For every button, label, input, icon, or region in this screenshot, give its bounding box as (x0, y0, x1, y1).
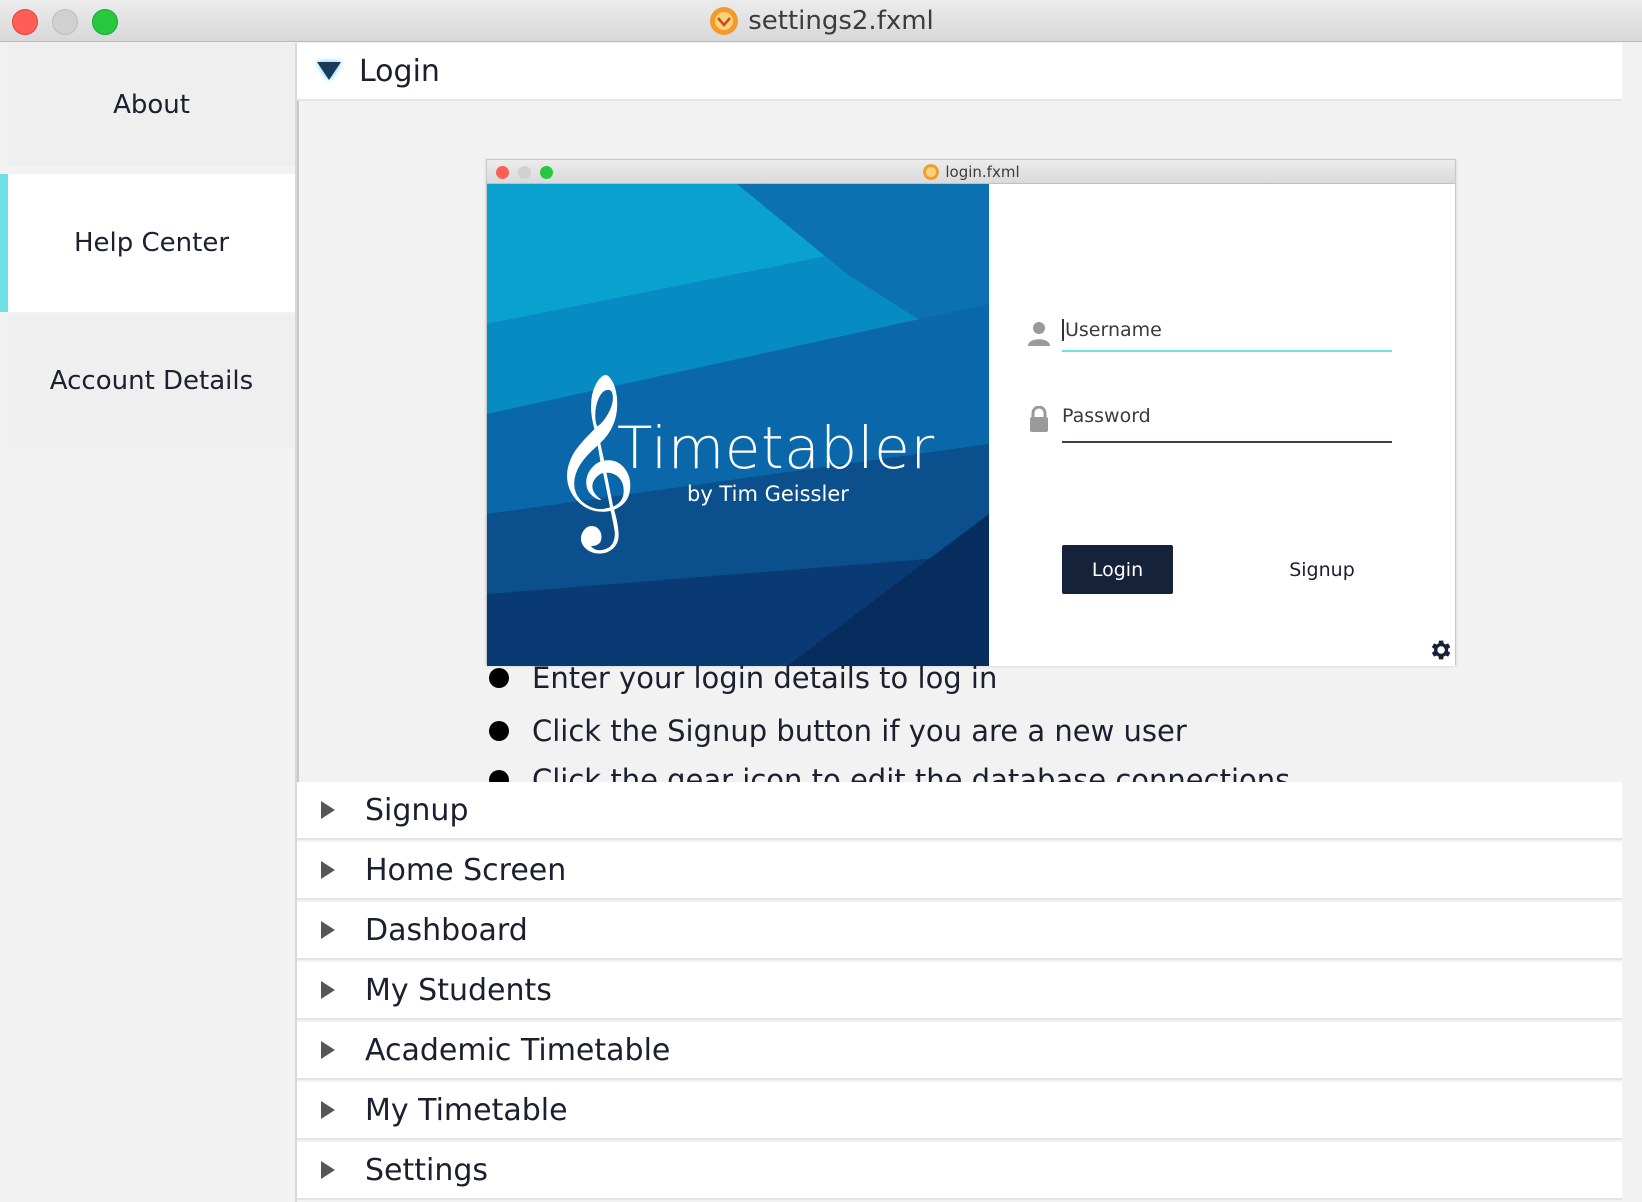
user-icon (1028, 322, 1050, 346)
accordion-title: My Students (365, 972, 552, 1008)
bullet-icon (489, 668, 509, 688)
brand-hero-image: 𝄞 Timetabler by Tim Geissler (487, 184, 989, 666)
password-field[interactable]: Password (1062, 398, 1392, 434)
help-bullet: Enter your login details to log in (489, 661, 997, 695)
window-titlebar: settings2.fxml (0, 0, 1642, 42)
collapsed-arrow-icon (321, 921, 335, 939)
collapsed-arrow-icon (321, 801, 335, 819)
sidebar-item-label: About (113, 89, 190, 120)
lock-icon (1030, 406, 1048, 432)
expanded-arrow-icon (317, 62, 341, 80)
login-form: Username Password Login Signup (989, 184, 1455, 666)
brand-subtitle: by Tim Geissler (687, 482, 849, 506)
accordion-title: Signup (365, 792, 469, 828)
accordion-header-academic-timetable[interactable]: Academic Timetable (297, 1022, 1622, 1080)
accordion-header-my-timetable[interactable]: My Timetable (297, 1082, 1622, 1140)
username-field[interactable]: Username (1062, 312, 1392, 348)
accordion-title: Academic Timetable (365, 1032, 671, 1068)
accordion-header-my-students[interactable]: My Students (297, 962, 1622, 1020)
help-bullet-text: Enter your login details to log in (532, 661, 998, 695)
sidebar-item-label: Account Details (49, 366, 254, 396)
help-bullet: Click the Signup button if you are a new… (489, 714, 1187, 748)
login-screenshot: login.fxml 𝄞 Timetabler by Tim Geissler (486, 159, 1456, 666)
accordion-title: Login (359, 53, 440, 89)
screenshot-titlebar: login.fxml (487, 160, 1455, 184)
password-placeholder: Password (1062, 405, 1151, 427)
accordion-header-home-screen[interactable]: Home Screen (297, 842, 1622, 900)
username-underline (1062, 350, 1392, 352)
accordion-header-dashboard[interactable]: Dashboard (297, 902, 1622, 960)
collapsed-arrow-icon (321, 1101, 335, 1119)
password-underline (1062, 441, 1392, 443)
brand-name: Timetabler (617, 414, 935, 482)
window-title: settings2.fxml (748, 6, 934, 36)
bullet-icon (489, 721, 509, 741)
accordion-header-login[interactable]: Login (297, 43, 1622, 101)
screenshot-title: login.fxml (945, 163, 1020, 181)
collapsed-arrow-icon (321, 1041, 335, 1059)
accordion-content-login: login.fxml 𝄞 Timetabler by Tim Geissler (297, 101, 1622, 797)
active-indicator (0, 174, 8, 312)
sidebar-item-account-details[interactable]: Account Details (8, 315, 295, 447)
collapsed-arrow-icon (321, 861, 335, 879)
accordion-header-signup[interactable]: Signup (297, 782, 1622, 840)
sidebar: About Help Center Account Details (0, 43, 297, 1202)
collapsed-arrow-icon (321, 1161, 335, 1179)
accordion-title: Home Screen (365, 852, 567, 888)
accordion-title: Settings (365, 1152, 489, 1188)
accordion-title: Dashboard (365, 912, 528, 948)
sidebar-item-label: Help Center (73, 228, 230, 258)
accordion-title: My Timetable (365, 1092, 568, 1128)
java-app-icon (923, 164, 940, 180)
help-bullet-text: Click the Signup button if you are a new… (532, 714, 1187, 748)
collapsed-arrow-icon (321, 981, 335, 999)
accordion-header-settings[interactable]: Settings (297, 1142, 1622, 1200)
sidebar-item-help-center[interactable]: Help Center (8, 174, 295, 312)
username-placeholder: Username (1062, 319, 1162, 341)
help-accordion: Login login.fxml 𝄞 Timetabler by Tim Gei… (297, 43, 1622, 1202)
sidebar-item-about[interactable]: About (8, 43, 295, 166)
signup-button[interactable]: Signup (1272, 545, 1372, 594)
java-app-icon (710, 7, 739, 35)
login-button[interactable]: Login (1062, 545, 1173, 594)
gear-icon[interactable] (1427, 637, 1453, 663)
